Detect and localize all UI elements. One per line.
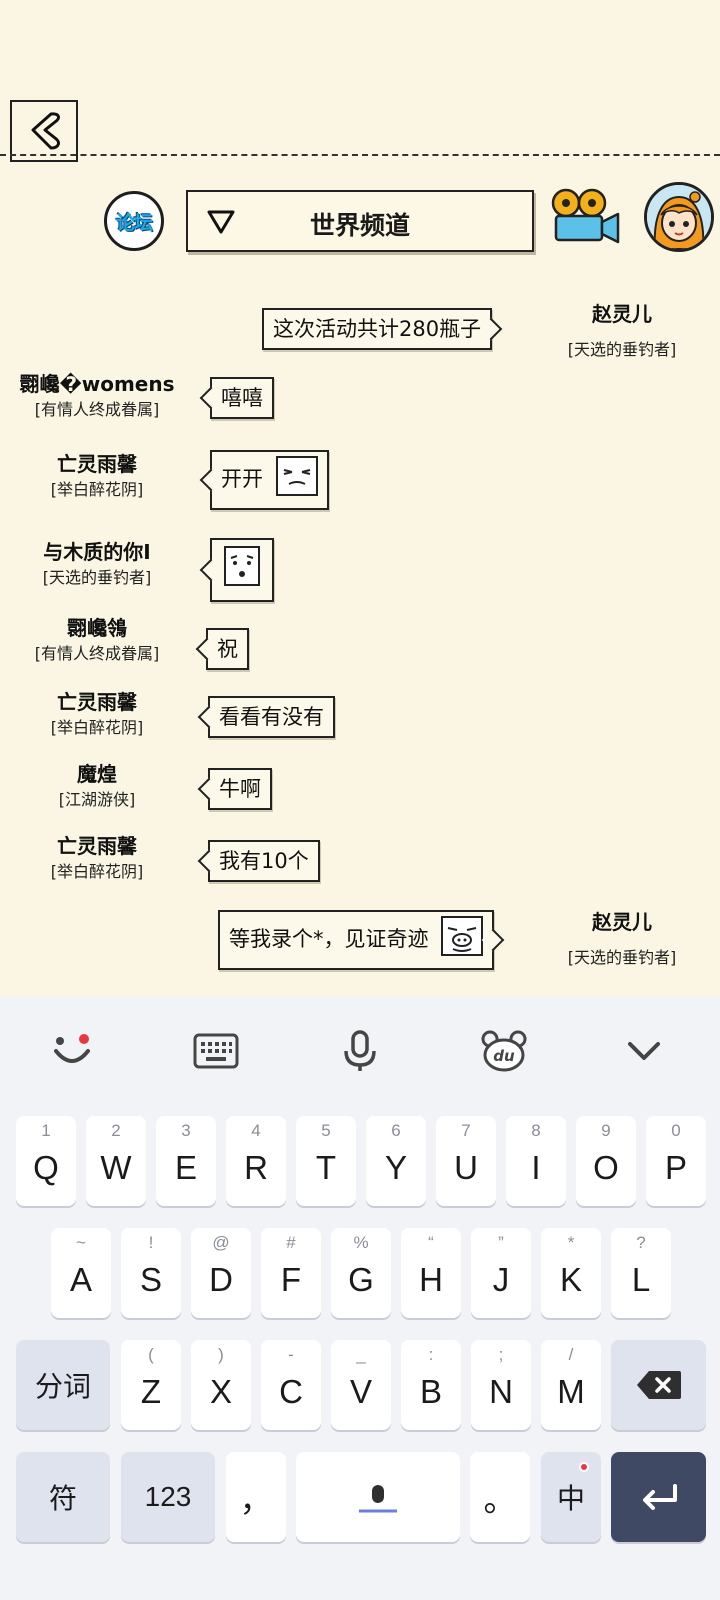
channel-name: 世界频道	[309, 211, 410, 240]
space-key[interactable]	[296, 1452, 460, 1542]
pig-face-sticker-icon	[441, 916, 484, 964]
message-bubble[interactable]: 开开	[210, 450, 329, 510]
key-v[interactable]: _ V	[331, 1340, 391, 1430]
forum-button[interactable]: 论坛	[104, 191, 164, 251]
message-text: 祝	[217, 637, 238, 661]
key-x[interactable]: ) X	[191, 1340, 251, 1430]
collapse-keyboard-icon[interactable]	[614, 1026, 674, 1076]
key-z[interactable]: (Z	[121, 1340, 181, 1430]
key-d[interactable]: @ D	[191, 1228, 251, 1318]
key-m[interactable]: / M	[541, 1340, 601, 1430]
message-bubble[interactable]	[210, 538, 274, 602]
message-text: 牛啊	[219, 777, 261, 801]
key-b[interactable]: :B	[401, 1340, 461, 1430]
forum-label: 论坛	[115, 211, 153, 234]
soft-keyboard: du 1Q 2W 3E 4R 5T 6Y 7U 8I 9O 0P ~ A ! S @…	[0, 996, 720, 1600]
message-bubble[interactable]: 等我录个*，见证奇迹	[218, 910, 495, 970]
sender-title: [天选的垂钓者]	[567, 340, 677, 359]
voice-input-icon	[359, 1485, 397, 1513]
squint-face-sticker-icon	[275, 456, 318, 504]
channel-selector[interactable]: 世界频道	[186, 190, 534, 252]
key-o[interactable]: 9O	[576, 1116, 636, 1206]
chat-message-list[interactable]: 赵灵儿 [天选的垂钓者] 这次活动共计280瓶子 翾巉�womens [有情人终…	[0, 290, 720, 996]
keyboard-toolbar: du	[0, 996, 720, 1104]
key-h[interactable]: “H	[401, 1228, 461, 1318]
emoji-icon[interactable]	[42, 1026, 102, 1076]
video-camera-button[interactable]	[548, 186, 622, 248]
message-bubble[interactable]: 嘻嘻	[210, 377, 274, 419]
sender-title: [天选的垂钓者]	[42, 568, 152, 587]
svg-text:du: du	[493, 1047, 515, 1065]
split-word-key[interactable]: 分词	[16, 1340, 110, 1430]
backspace-key[interactable]	[611, 1340, 706, 1430]
comma-key[interactable]: ，	[226, 1452, 286, 1542]
key-t[interactable]: 5T	[296, 1116, 356, 1206]
message-text: 我有10个	[219, 849, 309, 873]
message-text: 等我录个*，见证奇迹	[229, 927, 429, 951]
user-avatar[interactable]	[644, 182, 714, 252]
sender-name[interactable]: 翾巉鴒	[12, 614, 182, 642]
sender-title: [举白醉花阴]	[50, 862, 144, 881]
language-indicator-icon	[579, 1462, 589, 1472]
sender-name[interactable]: 魔煌	[12, 760, 182, 788]
keyboard-icon[interactable]	[186, 1026, 246, 1076]
key-f[interactable]: # F	[261, 1228, 321, 1318]
sender-title: [天选的垂钓者]	[567, 948, 677, 967]
message-bubble[interactable]: 牛啊	[208, 768, 272, 810]
message-bubble[interactable]: 这次活动共计280瓶子	[262, 308, 493, 350]
key-c[interactable]: -C	[261, 1340, 321, 1430]
key-l[interactable]: ? L	[611, 1228, 671, 1318]
enter-key[interactable]	[611, 1452, 706, 1542]
key-n[interactable]: ; N	[471, 1340, 531, 1430]
sender-name[interactable]: 亡灵雨馨	[12, 450, 182, 478]
sender-name[interactable]: 赵灵儿	[537, 300, 707, 328]
key-p[interactable]: 0P	[646, 1116, 706, 1206]
sender-name[interactable]: 与木质的你I	[12, 538, 182, 566]
language-switch-key[interactable]: 中	[541, 1452, 601, 1542]
sender-name[interactable]: 赵灵儿	[537, 908, 707, 936]
key-y[interactable]: 6Y	[366, 1116, 426, 1206]
key-k[interactable]: * K	[541, 1228, 601, 1318]
enter-icon	[642, 1484, 677, 1510]
sender-title: [有情人终成眷属]	[34, 644, 160, 663]
key-w[interactable]: 2W	[86, 1116, 146, 1206]
avatar-girl-icon	[647, 185, 711, 249]
symbol-key[interactable]: 符	[16, 1452, 110, 1542]
key-e[interactable]: 3E	[156, 1116, 216, 1206]
message-text: 看看有没有	[219, 705, 324, 729]
sender-title: [有情人终成眷属]	[34, 400, 160, 419]
number-key[interactable]: 123	[121, 1452, 215, 1542]
key-s[interactable]: ! S	[121, 1228, 181, 1318]
movie-camera-icon	[551, 188, 620, 244]
key-j[interactable]: ” J	[471, 1228, 531, 1318]
key-r[interactable]: 4R	[226, 1116, 286, 1206]
blush-face-sticker-icon	[224, 546, 260, 594]
key-i[interactable]: 8I	[506, 1116, 566, 1206]
back-arrow-icon	[31, 112, 60, 150]
period-key[interactable]: 。	[470, 1452, 530, 1542]
header-divider	[0, 154, 720, 156]
sender-title: [举白醉花阴]	[50, 718, 144, 737]
message-bubble[interactable]: 我有10个	[208, 840, 320, 882]
key-g[interactable]: % G	[331, 1228, 391, 1318]
key-a[interactable]: ~ A	[51, 1228, 111, 1318]
backspace-icon	[636, 1371, 681, 1399]
sender-name[interactable]: 亡灵雨馨	[12, 832, 182, 860]
sender-title: [江湖游侠]	[58, 790, 136, 809]
message-text: 这次活动共计280瓶子	[273, 317, 482, 341]
du-bear-icon[interactable]: du	[474, 1026, 534, 1076]
microphone-icon[interactable]	[330, 1026, 390, 1076]
key-u[interactable]: 7U	[436, 1116, 496, 1206]
message-bubble[interactable]: 祝	[206, 628, 249, 670]
sender-name[interactable]: 亡灵雨馨	[12, 688, 182, 716]
key-q[interactable]: 1Q	[16, 1116, 76, 1206]
message-bubble[interactable]: 看看有没有	[208, 696, 335, 738]
message-text: 嘻嘻	[221, 386, 263, 410]
sender-title: [举白醉花阴]	[50, 480, 144, 499]
message-text: 开开	[221, 467, 263, 491]
sender-name[interactable]: 翾巉�womens	[12, 370, 182, 398]
back-button[interactable]	[10, 100, 78, 162]
